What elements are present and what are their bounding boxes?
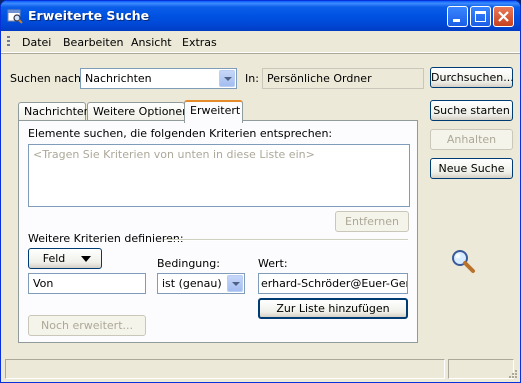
- resize-grip-icon[interactable]: [506, 369, 518, 381]
- chevron-down-icon[interactable]: [219, 70, 235, 87]
- browse-button[interactable]: Durchsuchen...: [430, 67, 514, 88]
- tab-nachrichten[interactable]: Nachrichten: [18, 102, 91, 121]
- menu-datei[interactable]: Datei: [22, 36, 51, 49]
- status-cell-main: [5, 359, 445, 379]
- close-icon: [498, 11, 509, 22]
- value-label: Wert:: [258, 257, 288, 270]
- menu-extras[interactable]: Extras: [182, 36, 217, 49]
- menu-bearbeiten[interactable]: Bearbeiten: [63, 36, 123, 49]
- toolbar-grip[interactable]: [7, 36, 10, 48]
- title-bar[interactable]: Erweiterte Suche: [1, 1, 520, 31]
- menu-ansicht[interactable]: Ansicht: [131, 36, 172, 49]
- field-button[interactable]: Feld: [28, 248, 102, 269]
- new-search-button[interactable]: Neue Suche: [430, 158, 513, 179]
- criteria-heading: Elemente suchen, die folgenden Kriterien…: [28, 127, 333, 140]
- value-input-value: erhard-Schröder@Euer-Gerd.: [261, 277, 408, 290]
- criteria-list[interactable]: <Tragen Sie Kriterien von unten in diese…: [28, 144, 410, 207]
- maximize-button[interactable]: [470, 6, 491, 27]
- condition-label: Bedingung:: [157, 257, 220, 270]
- menu-separator: [1, 53, 520, 54]
- stop-button[interactable]: Anhalten: [430, 129, 513, 150]
- field-button-label: Feld: [42, 252, 66, 265]
- group-divider: [164, 239, 408, 241]
- window-title: Erweiterte Suche: [28, 8, 150, 23]
- search-window-icon: [7, 9, 23, 24]
- in-folder-value: Persönliche Ordner: [267, 72, 372, 85]
- add-to-list-button[interactable]: Zur Liste hinzufügen: [258, 298, 408, 319]
- start-search-button[interactable]: Suche starten: [430, 100, 513, 121]
- criteria-list-placeholder: <Tragen Sie Kriterien von unten in diese…: [33, 148, 315, 161]
- define-criteria-heading: Weitere Kriterien definieren:: [28, 232, 184, 245]
- in-label: In:: [245, 72, 259, 85]
- condition-value: ist (genau): [162, 277, 222, 290]
- tab-weitere-optionen[interactable]: Weitere Optionen: [87, 102, 189, 121]
- minimize-button[interactable]: [447, 6, 468, 27]
- look-for-value: Nachrichten: [85, 72, 152, 85]
- tab-erweitert[interactable]: Erweitert: [184, 100, 243, 123]
- status-bar: [5, 359, 516, 379]
- look-for-select[interactable]: Nachrichten: [80, 68, 237, 89]
- close-button[interactable]: [493, 6, 514, 27]
- value-input[interactable]: erhard-Schröder@Euer-Gerd.: [258, 273, 408, 294]
- field-input[interactable]: Von: [28, 273, 146, 294]
- look-for-label: Suchen nach:: [10, 72, 85, 85]
- chevron-down-icon[interactable]: [227, 275, 243, 292]
- in-folder-field: Persönliche Ordner: [262, 68, 424, 89]
- status-cell-right: [448, 359, 514, 379]
- minimize-icon: [453, 19, 460, 22]
- maximize-icon: [475, 11, 486, 22]
- condition-select[interactable]: ist (genau): [157, 273, 245, 294]
- more-advanced-button[interactable]: Noch erweitert...: [28, 315, 146, 336]
- menu-bar: Datei Bearbeiten Ansicht Extras: [1, 31, 520, 53]
- advanced-find-window: Erweiterte Suche Datei Bearbeiten Ansich…: [0, 0, 521, 383]
- field-input-value: Von: [33, 277, 54, 290]
- chevron-down-icon: [81, 256, 91, 262]
- magnifier-icon: [452, 250, 475, 273]
- remove-button[interactable]: Entfernen: [335, 211, 409, 232]
